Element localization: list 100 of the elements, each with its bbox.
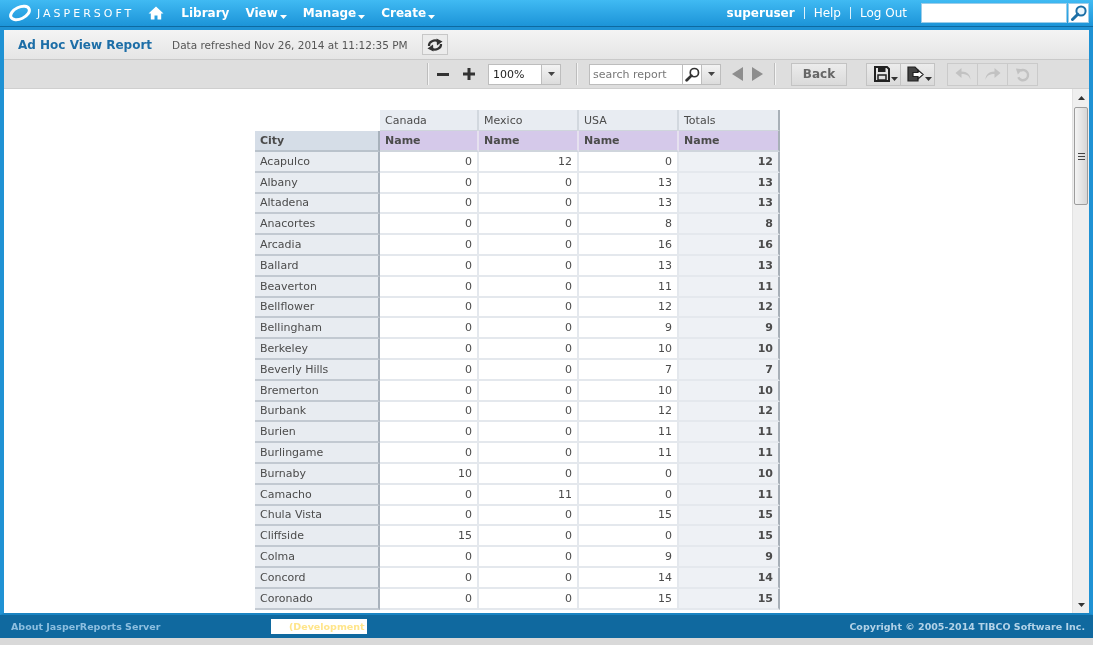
table-cell: 10	[380, 463, 479, 485]
table-cell: 11	[579, 276, 679, 298]
column-header: Mexico	[479, 110, 579, 131]
search-field[interactable]	[921, 3, 1067, 23]
scroll-thumb[interactable]	[1074, 107, 1088, 205]
zoom-dropdown-button[interactable]	[541, 63, 561, 85]
row-header: Bellflower	[255, 297, 380, 319]
right-triangle-icon	[752, 67, 763, 81]
table-cell: 15	[579, 505, 679, 527]
grip-icon	[1077, 152, 1085, 160]
table-cell: 0	[380, 297, 479, 319]
table-cell: 10	[579, 380, 679, 402]
swirl-logo-icon	[8, 4, 32, 22]
row-header: Albany	[255, 172, 380, 194]
table-cell: 0	[479, 401, 579, 423]
total-cell: 10	[679, 339, 780, 360]
about-link[interactable]: About JasperReports Server	[11, 621, 161, 632]
search-options-button[interactable]	[701, 63, 721, 85]
caret-icon	[707, 72, 715, 76]
refresh-button[interactable]	[421, 34, 448, 55]
zoom-field[interactable]: 100%	[488, 63, 541, 85]
document-arrow-icon	[907, 66, 924, 82]
nav-link[interactable]: Help	[813, 6, 841, 20]
table-cell: 0	[479, 318, 579, 340]
search-icon	[1070, 5, 1087, 21]
caret-icon	[279, 15, 287, 19]
table-cell: 0	[579, 526, 679, 548]
table-cell: 0	[579, 463, 679, 485]
table-cell: 0	[479, 588, 579, 610]
menu-item[interactable]: Create	[381, 6, 436, 20]
caret-icon	[925, 76, 932, 81]
caret-icon	[358, 15, 366, 19]
caret-icon	[547, 72, 555, 76]
row-header: Beaverton	[255, 276, 380, 298]
table-cell: 15	[380, 526, 479, 548]
export-button[interactable]	[900, 62, 935, 86]
table-cell: 16	[579, 235, 679, 256]
table-cell: 7	[579, 359, 679, 381]
down-arrow-icon	[1077, 602, 1085, 607]
row-header: Ballard	[255, 256, 380, 277]
table-cell: 0	[380, 235, 479, 256]
table-cell: 0	[380, 422, 479, 444]
build-label: (Development	[271, 619, 367, 634]
table-cell: 11	[479, 484, 579, 506]
table-cell: 0	[380, 256, 479, 277]
row-header: Beverly Hills	[255, 359, 380, 381]
total-cell: 15	[679, 526, 780, 548]
table-cell: 13	[579, 193, 679, 215]
search-button[interactable]	[682, 63, 701, 85]
total-cell: 10	[679, 380, 780, 402]
table-cell: 0	[380, 193, 479, 215]
table-cell: 0	[380, 567, 479, 589]
table-cell: 0	[479, 214, 579, 236]
menu-item[interactable]: Manage	[302, 6, 366, 20]
back-button[interactable]: Back	[791, 62, 847, 86]
row-header: Burnaby	[255, 463, 380, 485]
row-header: Bellingham	[255, 318, 380, 340]
total-cell: 11	[679, 276, 780, 298]
table-cell: 12	[479, 152, 579, 173]
table-cell: 0	[380, 152, 479, 173]
table-cell: 0	[380, 588, 479, 610]
table-cell: 0	[479, 422, 579, 444]
table-cell: 0	[479, 567, 579, 589]
table-cell: 12	[579, 297, 679, 319]
search-report-field[interactable]: search report	[589, 63, 682, 85]
row-header: Burien	[255, 422, 380, 444]
table-cell: 0	[479, 172, 579, 194]
zoom-in-button[interactable]	[463, 67, 475, 81]
table-cell: 11	[579, 443, 679, 464]
table-cell: 0	[479, 359, 579, 381]
user-name: superuser	[726, 6, 795, 20]
menu-item[interactable]: Library	[181, 6, 230, 20]
total-cell: 11	[679, 443, 780, 464]
table-cell: 0	[479, 276, 579, 298]
table-cell: 0	[479, 463, 579, 485]
nav-link[interactable]: Log Out	[860, 6, 907, 20]
logo-text: JASPERSOFT	[37, 6, 135, 20]
caret-icon	[890, 76, 898, 81]
table-cell: 0	[479, 443, 579, 464]
total-cell: 13	[679, 256, 780, 277]
home-icon[interactable]	[148, 6, 165, 20]
row-header: Altadena	[255, 193, 380, 215]
table-cell: 14	[579, 567, 679, 589]
menu-item[interactable]: View	[245, 6, 287, 20]
column-header: USA	[579, 110, 679, 131]
row-header: Bremerton	[255, 380, 380, 402]
search-button[interactable]	[1068, 3, 1089, 23]
table-cell: 0	[380, 380, 479, 402]
table-cell: 11	[579, 422, 679, 444]
refresh-status-text: Data refreshed Nov 26, 2014 at 11:12:35 PM	[172, 38, 408, 51]
table-cell: 8	[579, 214, 679, 236]
table-cell: 9	[579, 318, 679, 340]
row-header: Concord	[255, 567, 380, 589]
row-header: Camacho	[255, 484, 380, 506]
table-cell: 0	[380, 505, 479, 527]
save-button[interactable]	[866, 62, 901, 86]
vertical-scrollbar[interactable]	[1072, 89, 1089, 613]
total-cell: 14	[679, 567, 780, 589]
table-cell: 0	[380, 214, 479, 236]
refresh-icon	[425, 37, 444, 52]
